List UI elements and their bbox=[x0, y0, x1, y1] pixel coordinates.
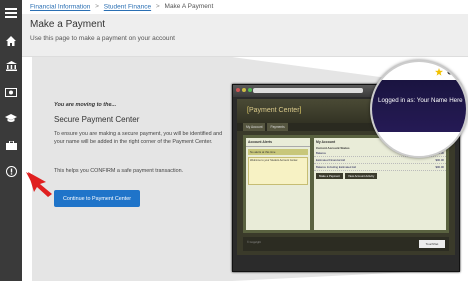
preview-tab-my-account: My Account bbox=[243, 123, 266, 131]
preview-left-column: Account Alerts No alerts at this time We… bbox=[246, 138, 310, 230]
moving-label: You are moving to the... bbox=[54, 102, 117, 108]
confirm-paragraph: This helps you CONFIRM a safe payment tr… bbox=[54, 168, 184, 174]
preview-footer: © Copyright TouchNet bbox=[243, 237, 449, 251]
preview-view-activity-button: View Account Activity bbox=[345, 173, 378, 179]
preview-row: Estimated Financial Aid $00.00 bbox=[314, 157, 446, 164]
breadcrumb-financial-information[interactable]: Financial Information bbox=[30, 4, 90, 11]
side-nav-rail bbox=[0, 0, 22, 281]
preview-copyright: © Copyright bbox=[247, 241, 261, 244]
page-title: Make a Payment bbox=[30, 19, 106, 30]
magnifier-bar bbox=[372, 80, 466, 132]
preview-left-header: Account Alerts bbox=[246, 138, 310, 147]
pointer-arrow-icon bbox=[24, 170, 56, 203]
preview-buttons: Make a Payment View Account Activity bbox=[314, 171, 446, 181]
preview-row-value: $00.00 bbox=[435, 165, 444, 169]
alert-icon[interactable] bbox=[3, 163, 19, 179]
preview-row: Balance Including Estimated Aid $00.00 bbox=[314, 164, 446, 171]
continue-to-payment-center-button[interactable]: Continue to Payment Center bbox=[54, 190, 140, 207]
page-header: Make a Payment Use this page to make a p… bbox=[22, 14, 468, 57]
window-controls bbox=[236, 88, 252, 92]
secure-payment-title: Secure Payment Center bbox=[54, 115, 140, 124]
preview-note: Welcome to your Student Account Center. bbox=[248, 157, 308, 185]
menu-icon[interactable] bbox=[3, 5, 19, 21]
url-bar bbox=[253, 88, 363, 93]
preview-tab-payments: Payments bbox=[267, 123, 288, 131]
breadcrumb: Financial Information > Student Finance … bbox=[26, 0, 468, 15]
magnifier-callout: Logged in as: Your Name Here bbox=[370, 60, 468, 158]
banner-bracket-close: ] bbox=[299, 107, 302, 114]
breadcrumb-current: Make A Payment bbox=[164, 3, 214, 10]
breadcrumb-separator: > bbox=[95, 3, 99, 10]
preview-alert-tile: No alerts at this time bbox=[248, 149, 308, 155]
preview-row-label: Balance bbox=[316, 151, 327, 155]
preview-row-label: Balance Including Estimated Aid bbox=[316, 165, 356, 169]
home-icon[interactable] bbox=[3, 33, 19, 49]
page-subtitle: Use this page to make a payment on your … bbox=[30, 35, 175, 42]
preview-row-label: Estimated Financial Aid bbox=[316, 158, 346, 162]
breadcrumb-separator: > bbox=[155, 3, 160, 10]
star-icon bbox=[435, 68, 443, 76]
preview-make-payment-button: Make a Payment bbox=[316, 173, 343, 179]
preview-row-value: $00.00 bbox=[435, 158, 444, 162]
banner-title: Payment Center bbox=[248, 107, 300, 114]
preview-logo: TouchNet bbox=[419, 240, 445, 248]
gear-icon bbox=[447, 69, 453, 75]
briefcase-icon[interactable] bbox=[3, 137, 19, 153]
logged-in-as-text: Logged in as: Your Name Here bbox=[378, 97, 463, 104]
money-icon[interactable] bbox=[3, 84, 19, 100]
bank-icon[interactable] bbox=[3, 58, 19, 74]
breadcrumb-student-finance[interactable]: Student Finance bbox=[104, 4, 151, 11]
info-paragraph: To ensure you are making a secure paymen… bbox=[54, 131, 223, 145]
graduation-cap-icon[interactable] bbox=[3, 110, 19, 126]
magnifier-toolbar-icons bbox=[435, 68, 454, 76]
